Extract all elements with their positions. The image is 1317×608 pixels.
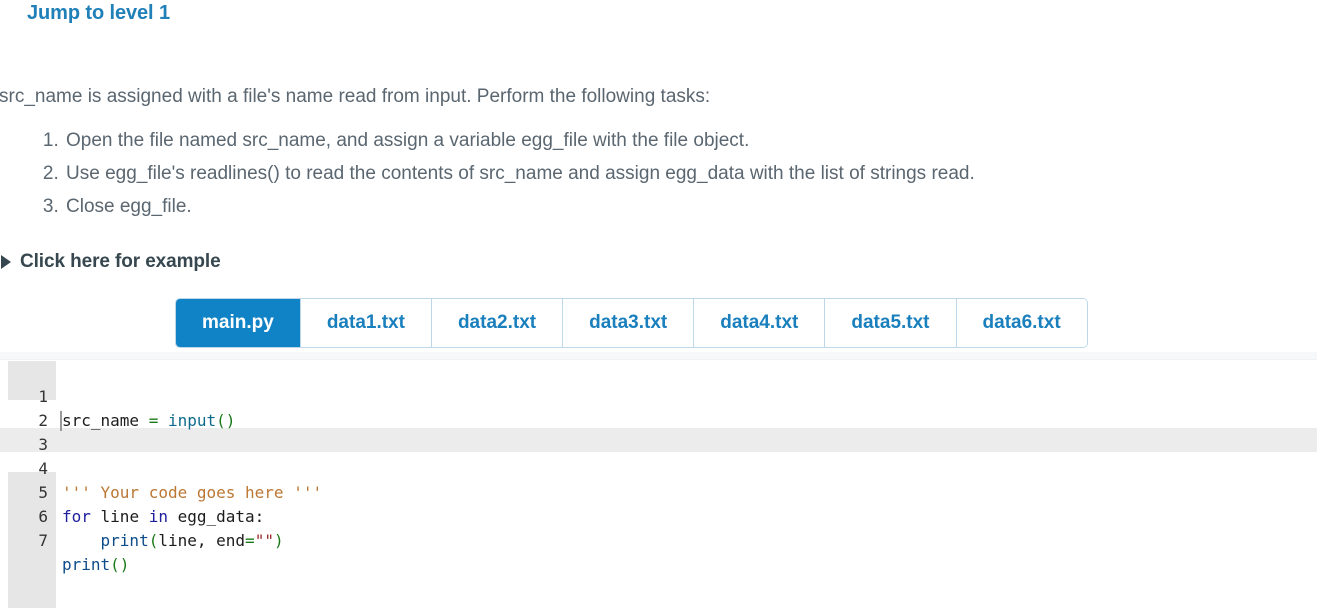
- code-editor[interactable]: 1 src_name = input() 2 3 ''' Your code g…: [0, 352, 1317, 608]
- text-cursor: [60, 411, 62, 431]
- tab-label: data6.txt: [982, 312, 1061, 333]
- editor-body[interactable]: 1 src_name = input() 2 3 ''' Your code g…: [0, 361, 1317, 608]
- line-number: 7: [38, 531, 48, 550]
- tab-main-py[interactable]: main.py: [176, 299, 301, 347]
- tab-label: main.py: [202, 312, 274, 333]
- code-line-5[interactable]: 5 for line in egg_data:: [0, 457, 1317, 526]
- tab-data5-txt[interactable]: data5.txt: [825, 299, 957, 347]
- file-tab-bar: main.py data1.txt data2.txt data3.txt da…: [175, 298, 1088, 348]
- code-line-3[interactable]: 3 ''' Your code goes here ''': [0, 409, 1317, 502]
- intro-paragraph: src_name is assigned with a file's name …: [0, 86, 711, 107]
- tab-label: data4.txt: [720, 312, 799, 333]
- tab-label: data1.txt: [326, 312, 405, 333]
- task-list: Open the file named src_name, and assign…: [0, 124, 975, 223]
- code-line-7[interactable]: 7 print(): [0, 505, 1317, 574]
- page-title: Jump to level 1: [27, 2, 170, 24]
- list-item: Use egg_file's readlines() to read the c…: [64, 157, 975, 190]
- code-line-4[interactable]: 4: [0, 433, 1317, 478]
- code-lines[interactable]: 1 src_name = input() 2 3 ''' Your code g…: [0, 361, 1317, 574]
- triangle-right-icon: [1, 255, 11, 269]
- tab-data4-txt[interactable]: data4.txt: [694, 299, 826, 347]
- tab-label: data3.txt: [589, 312, 668, 333]
- example-disclosure-toggle[interactable]: Click here for example: [1, 251, 221, 273]
- list-item: Open the file named src_name, and assign…: [64, 124, 975, 157]
- tab-data3-txt[interactable]: data3.txt: [563, 299, 695, 347]
- tab-data1-txt[interactable]: data1.txt: [300, 299, 432, 347]
- tab-data2-txt[interactable]: data2.txt: [431, 299, 564, 347]
- code-line-6[interactable]: 6 print(line, end=""): [0, 481, 1317, 550]
- tab-label: data5.txt: [851, 312, 930, 333]
- example-disclosure-label: Click here for example: [20, 251, 221, 272]
- editor-top-strip: [0, 352, 1317, 360]
- line-content: print(): [62, 555, 130, 574]
- list-item: Close egg_file.: [64, 190, 975, 223]
- code-line-1[interactable]: 1 src_name = input(): [0, 361, 1317, 430]
- tab-data6-txt[interactable]: data6.txt: [956, 299, 1087, 347]
- tab-label: data2.txt: [457, 312, 537, 333]
- line-content: print(line, end=""): [100, 531, 284, 550]
- code-line-2[interactable]: 2: [0, 385, 1317, 430]
